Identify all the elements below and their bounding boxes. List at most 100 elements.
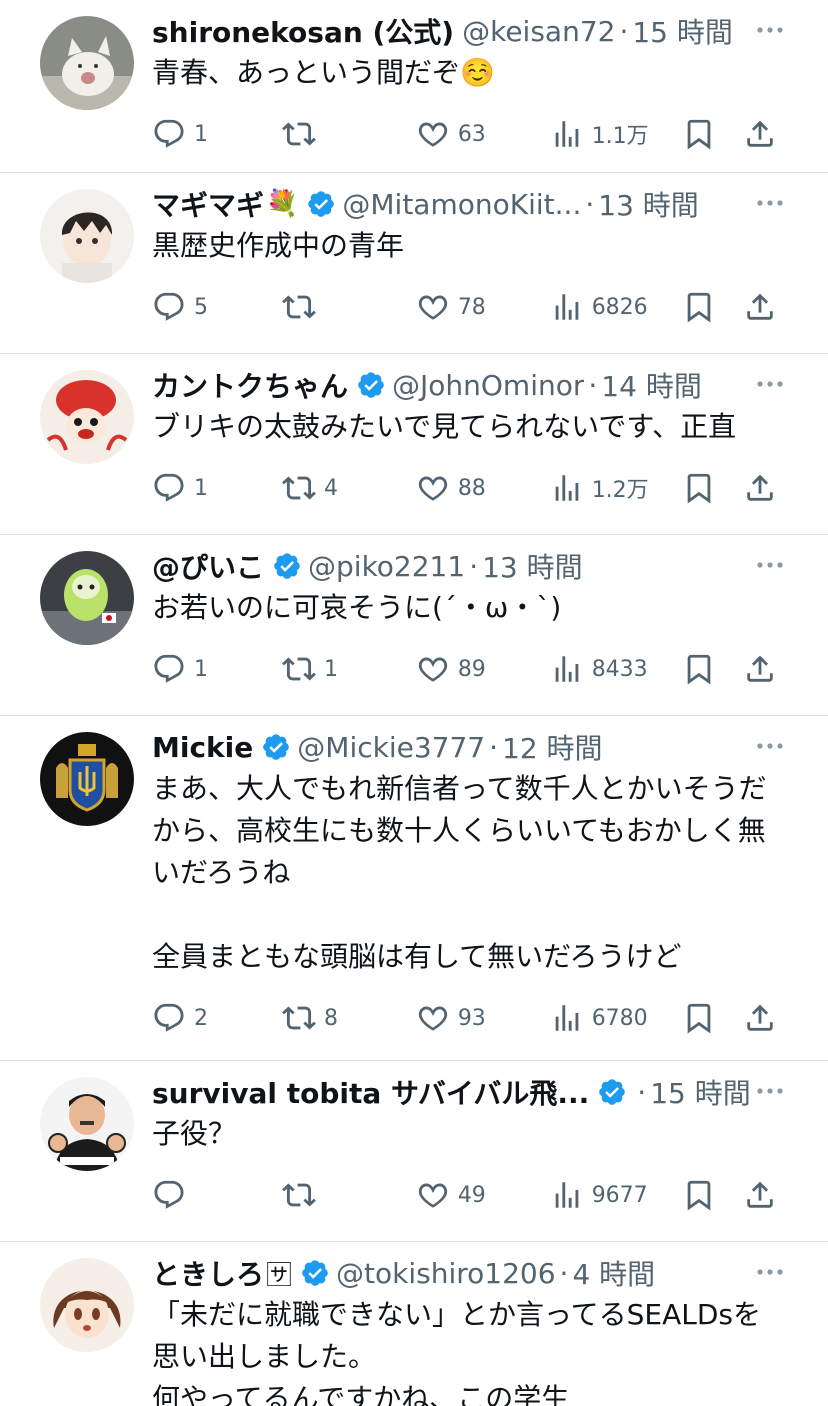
- more-options-icon[interactable]: [756, 16, 784, 44]
- tweet-text: ブリキの太鼓みたいで見てられないです、正直: [152, 410, 737, 443]
- tweet-text: 「未だに就職できない」とか言ってるSEALDsを思い出しました。 何やってるんで…: [152, 1298, 761, 1406]
- bookmark-button[interactable]: [682, 117, 743, 151]
- views-button[interactable]: 8433: [550, 652, 682, 686]
- retweet-count: 4: [323, 475, 338, 501]
- user-handle[interactable]: @piko2211: [308, 550, 465, 583]
- views-button[interactable]: 1.1万: [550, 117, 682, 151]
- reply-button[interactable]: 1: [152, 117, 282, 151]
- view-count: 1.2万: [591, 478, 649, 503]
- like-count: 89: [457, 656, 486, 682]
- display-name[interactable]: マギマギ: [152, 187, 264, 221]
- like-button[interactable]: 93: [416, 1001, 550, 1035]
- tweet[interactable]: ときしろ 🈂 @tokishiro1206 · 4 時間 「未だに就職できない」…: [0, 1242, 828, 1406]
- timestamp[interactable]: 13 時間: [598, 187, 699, 221]
- avatar[interactable]: [40, 189, 134, 283]
- more-options-icon[interactable]: [756, 1077, 784, 1105]
- retweet-icon: [282, 295, 316, 319]
- reply-button[interactable]: 1: [152, 652, 282, 686]
- bookmark-button[interactable]: [682, 471, 743, 505]
- share-button[interactable]: [743, 1178, 782, 1212]
- share-button[interactable]: [743, 471, 782, 505]
- share-button[interactable]: [743, 117, 782, 151]
- more-options-icon[interactable]: [756, 189, 784, 217]
- share-button[interactable]: [743, 1001, 782, 1035]
- display-name[interactable]: Mickie: [152, 731, 253, 764]
- reply-button[interactable]: 5: [152, 290, 282, 324]
- user-handle[interactable]: @keisan72: [462, 15, 615, 48]
- like-button[interactable]: 63: [416, 117, 550, 151]
- view-count: 6780: [591, 1005, 648, 1031]
- avatar[interactable]: [40, 1258, 134, 1352]
- heart-icon: [418, 476, 447, 501]
- more-options-icon[interactable]: [756, 732, 784, 760]
- retweet-icon: [282, 1006, 316, 1030]
- view-count: 1.1万: [591, 124, 649, 149]
- retweet-button[interactable]: [282, 290, 416, 324]
- like-button[interactable]: 88: [416, 471, 550, 505]
- heart-icon: [418, 1183, 447, 1208]
- action-bar: 1 4 88 1.2万: [152, 452, 782, 524]
- reply-button[interactable]: 1: [152, 471, 282, 505]
- reply-button[interactable]: 2: [152, 1001, 282, 1035]
- heart-icon: [418, 657, 447, 682]
- reply-icon: [154, 654, 184, 683]
- views-button[interactable]: 6826: [550, 290, 682, 324]
- display-name[interactable]: survival tobita サバイバル飛...: [152, 1075, 589, 1109]
- verified-badge-icon: [274, 553, 300, 579]
- user-handle[interactable]: @MitamonoKiit...: [342, 188, 581, 221]
- user-handle[interactable]: @JohnOminor: [392, 369, 584, 402]
- views-button[interactable]: 1.2万: [550, 471, 682, 505]
- tweet[interactable]: マギマギ 💐 @MitamonoKiit... · 13 時間 黒歴史作成中の青…: [0, 173, 828, 354]
- user-handle[interactable]: @tokishiro1206: [336, 1257, 556, 1290]
- avatar[interactable]: [40, 732, 134, 826]
- like-button[interactable]: 78: [416, 290, 550, 324]
- bookmark-button[interactable]: [682, 290, 743, 324]
- retweet-button[interactable]: 1: [282, 652, 416, 686]
- avatar[interactable]: [40, 551, 134, 645]
- timestamp[interactable]: 12 時間: [502, 730, 603, 764]
- views-button[interactable]: 9677: [550, 1178, 682, 1212]
- bookmark-button[interactable]: [682, 652, 743, 686]
- tweet[interactable]: shironekosan (公式) @keisan72 · 15 時間 青春、あ…: [0, 0, 828, 173]
- retweet-button[interactable]: 4: [282, 471, 416, 505]
- bookmark-button[interactable]: [682, 1178, 743, 1212]
- retweet-button[interactable]: [282, 1178, 416, 1212]
- user-handle[interactable]: @Mickie3777: [297, 731, 485, 764]
- like-button[interactable]: 49: [416, 1178, 550, 1212]
- reply-button[interactable]: [152, 1178, 282, 1212]
- tweet[interactable]: survival tobita サバイバル飛... · 15 時間 子役？ 49: [0, 1061, 828, 1242]
- share-button[interactable]: [743, 290, 782, 324]
- share-icon: [746, 293, 773, 320]
- reply-count: 1: [194, 121, 208, 147]
- bookmark-button[interactable]: [682, 1001, 743, 1035]
- timestamp[interactable]: 15 時間: [650, 1075, 751, 1109]
- timestamp[interactable]: 13 時間: [482, 549, 583, 583]
- display-name[interactable]: shironekosan (公式): [152, 14, 454, 48]
- retweet-button[interactable]: [282, 117, 416, 151]
- more-options-icon[interactable]: [756, 1258, 784, 1286]
- bookmark-icon: [687, 1180, 710, 1211]
- retweet-icon: [282, 657, 316, 681]
- display-name[interactable]: @ぴいこ: [152, 549, 264, 583]
- avatar[interactable]: [40, 370, 134, 464]
- reply-count: 1: [194, 656, 208, 682]
- views-button[interactable]: 6780: [550, 1001, 682, 1035]
- more-options-icon[interactable]: [756, 551, 784, 579]
- tweet[interactable]: Mickie @Mickie3777 · 12 時間 まあ、大人でもれ新信者って…: [0, 716, 828, 1061]
- more-options-icon[interactable]: [756, 370, 784, 398]
- tweet[interactable]: カントクちゃん @JohnOminor · 14 時間 ブリキの太鼓みたいで見て…: [0, 354, 828, 535]
- display-name[interactable]: ときしろ: [152, 1256, 264, 1290]
- timestamp[interactable]: 15 時間: [632, 14, 733, 48]
- avatar[interactable]: [40, 16, 134, 110]
- retweet-button[interactable]: 8: [282, 1001, 416, 1035]
- display-name[interactable]: カントクちゃん: [152, 368, 348, 402]
- like-button[interactable]: 89: [416, 652, 550, 686]
- share-button[interactable]: [743, 652, 782, 686]
- tweet[interactable]: @ぴいこ @piko2211 · 13 時間 お若いのに可哀そうに(´・ω・`)…: [0, 535, 828, 716]
- anime-boy-avatar-icon: [40, 189, 134, 283]
- timestamp[interactable]: 4 時間: [572, 1256, 655, 1290]
- timestamp[interactable]: 14 時間: [601, 368, 702, 402]
- views-chart-icon: [555, 1005, 579, 1031]
- avatar[interactable]: [40, 1077, 134, 1171]
- tweet-header: shironekosan (公式) @keisan72 · 15 時間: [152, 14, 782, 49]
